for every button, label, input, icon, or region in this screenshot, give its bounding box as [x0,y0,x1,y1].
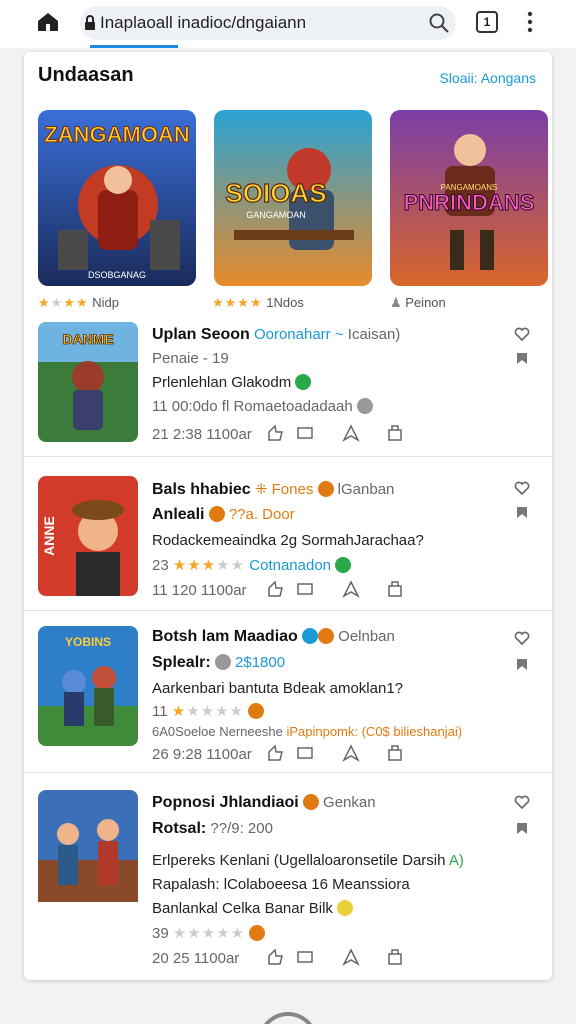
heart-icon[interactable] [514,630,530,646]
game-thumbnail: DANME [38,322,138,442]
item-tag: Ooronaharr [253,326,331,343]
rating-stars: ★★★★ [38,295,89,310]
save-icon[interactable] [386,424,404,442]
item-label: Anleali [152,506,205,523]
chat-icon[interactable] [296,424,314,442]
cover-title: ZANGAMOAN [44,122,189,147]
section-title: Undaasan [38,64,134,86]
item-footer: 21 2:38 1100ar [152,426,252,443]
heart-icon[interactable] [514,794,530,810]
item-footer: 11 120 1100ar [152,582,247,599]
loading-indicator [90,45,178,48]
person-icon: ♟ [390,295,402,310]
item-label: Splealr: [152,654,211,671]
thumbs-up-icon[interactable] [266,948,284,966]
item-description: Aarkenbari bantuta Bdeak amoklan1? [152,680,404,697]
game-cover-image: PNRINDANS PANGAMOANS [390,110,548,286]
scroll-handle[interactable] [258,1012,318,1024]
cover-caption: DSOBGANAG [88,270,146,280]
divider [24,456,552,457]
item-description: Prlenlehlan Glakodm [152,374,312,391]
url-text[interactable]: Inaplaoall inadioc/dngaiann [100,13,306,33]
thumbs-up-icon[interactable] [266,744,284,762]
chat-icon[interactable] [296,580,314,598]
cover-caption: GANGAMOAN [246,210,306,220]
featured-game-3[interactable]: PNRINDANS PANGAMOANS [390,110,548,286]
share-icon[interactable] [342,948,360,966]
featured-meta-2: ★★★★ 1Ndos [212,295,304,310]
game-thumbnail: YOBINS [38,626,138,746]
divider [24,610,552,611]
home-icon[interactable] [36,10,60,34]
save-icon[interactable] [386,580,404,598]
featured-meta-1: ★★★★ Nidp [38,295,119,310]
save-icon[interactable] [386,744,404,762]
cover-title: SOIOAS [225,178,326,208]
content-card: Undaasan Sloaii: Aongans ZANGAMOAN DSOBG… [24,52,552,980]
game-thumbnail [38,790,138,910]
item-tag: Oelnban [338,628,395,645]
rating-stars: ★★★★ [212,295,263,310]
save-icon[interactable] [386,948,404,966]
item-detail-2: Banlankal Celka Banar Bilk [152,900,354,917]
item-title[interactable]: Popnosi Jhlandiaoi [152,794,299,811]
section-link[interactable]: Sloaii: Aongans [439,70,536,86]
lock-icon [85,15,95,30]
chat-icon[interactable] [296,744,314,762]
browser-toolbar: Inaplaoall inadioc/dngaiann 1 [0,0,576,48]
item-description: Erlpereks Kenlani (Ugellaloaronsetile Da… [152,852,464,869]
item-rating: 23 ★★★★★ Cotnanadon [152,556,352,574]
item-title[interactable]: Botsh lam Maadiao [152,628,298,645]
info-icon [356,398,373,414]
item-description: Rodackemeaindka 2g SormahJarachaa? [152,532,424,549]
chat-icon[interactable] [296,948,314,966]
featured-game-1[interactable]: ZANGAMOAN DSOBGANAG [38,110,196,286]
menu-dots-icon[interactable] [524,10,536,34]
item-detail: 11 00:0do fl Romaetoadadaah [152,398,373,415]
thumbs-up-icon[interactable] [266,424,284,442]
featured-game-2[interactable]: SOIOAS GANGAMOAN [214,110,372,286]
cover-caption: PANGAMOANS [441,183,498,192]
divider [24,772,552,773]
item-tag: Genkan [323,794,376,811]
item-title[interactable]: Bals hhabiec [152,481,251,498]
heart-icon[interactable] [514,326,530,342]
item-footer: 26 9:28 1100ar [152,746,252,763]
share-icon[interactable] [342,580,360,598]
bookmark-icon[interactable] [514,504,530,520]
item-title[interactable]: Uplan Seoon [152,326,250,343]
item-rating: 39 ★★★★★ [152,924,266,942]
game-thumbnail: ANNE [38,476,138,596]
item-footer: 20 25 1100ar [152,950,240,967]
item-tag: Fones [271,481,314,498]
cover-title: PNRINDANS [404,190,535,215]
verified-icon [295,374,312,390]
share-icon[interactable] [342,424,360,442]
bookmark-icon[interactable] [514,350,530,366]
search-icon[interactable] [428,12,450,34]
verified-icon [335,557,352,573]
tabs-icon[interactable]: 1 [476,11,498,33]
svg-text:YOBINS: YOBINS [65,635,111,649]
item-subtitle: Penaie - 19 [152,350,229,367]
bookmark-icon[interactable] [514,820,530,836]
svg-text:ANNE: ANNE [41,516,57,556]
heart-icon[interactable] [514,480,530,496]
share-icon[interactable] [342,744,360,762]
game-cover-image: SOIOAS GANGAMOAN [214,110,372,286]
item-rating: 11 ★★★★★ [152,702,265,720]
item-detail: 6A0Soeloe Nerneeshe iPapinpomk: (C0$ bil… [152,724,463,739]
thumbs-up-icon[interactable] [266,580,284,598]
game-cover-image: ZANGAMOAN DSOBGANAG [38,110,196,286]
address-bar[interactable]: Inaplaoall inadioc/dngaiann [80,6,456,40]
bookmark-icon[interactable] [514,656,530,672]
item-label: Rotsal: [152,820,207,837]
svg-text:DANME: DANME [62,331,113,347]
featured-meta-3: ♟ Peinon [390,295,446,310]
item-detail: Rapalash: lColaboeesa 16 Meanssiora [152,876,410,893]
